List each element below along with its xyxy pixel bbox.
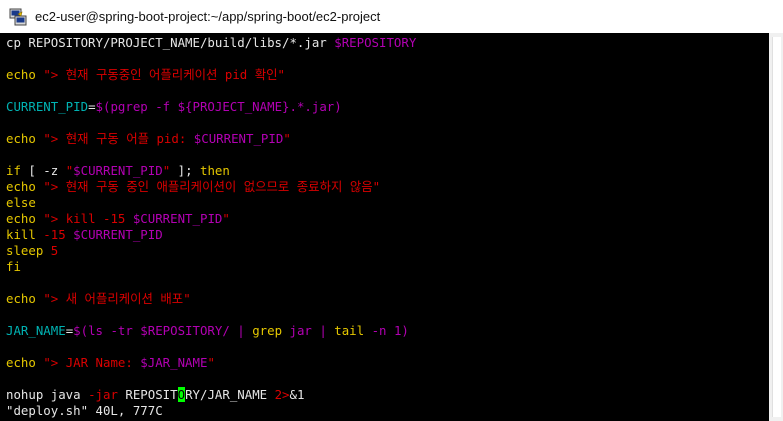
code-token: fi [6, 259, 21, 274]
code-token: " [207, 355, 215, 370]
code-token: REPOSIT [117, 387, 178, 402]
code-token: $CURRENT_PID [132, 211, 223, 226]
title-bar[interactable]: ec2-user@spring-boot-project:~/app/sprin… [0, 0, 783, 33]
code-line: fi [6, 259, 416, 275]
code-token: -15 [35, 227, 74, 242]
code-line: if [ -z "$CURRENT_PID" ]; then [6, 163, 416, 179]
code-token: &1 [289, 387, 305, 402]
code-token: $(ls -tr [73, 323, 141, 338]
code-line: sleep 5 [6, 243, 416, 259]
code-token: "> 현재 구동중인 어플리케이션 pid 확인" [43, 67, 285, 82]
code-token: tail [334, 323, 365, 338]
code-line: nohup java -jar REPOSITORY/JAR_NAME 2>&1 [6, 387, 416, 403]
code-line: echo "> JAR Name: $JAR_NAME" [6, 355, 416, 371]
code-token: "> 새 어플리케이션 배포" [43, 291, 191, 306]
code-token: $REPOSITORY [140, 323, 223, 338]
code-token: $CURRENT_PID [193, 131, 284, 146]
code-line: cp REPOSITORY/PROJECT_NAME/build/libs/*.… [6, 35, 416, 51]
code-line: else [6, 195, 416, 211]
code-token: "> 현재 구동 중인 애플리케이션이 없으므로 종료하지 않음" [43, 179, 381, 194]
code-token: echo [6, 67, 44, 82]
code-token: "> 현재 구동 어플 pid: [43, 131, 194, 146]
code-token: echo [6, 179, 44, 194]
code-token: $CURRENT_PID [73, 227, 163, 242]
code-token: $REPOSITORY [334, 35, 417, 50]
code-token: nohup java [6, 387, 89, 402]
code-token: ]; [170, 163, 200, 178]
window-title: ec2-user@spring-boot-project:~/app/sprin… [35, 9, 381, 24]
text-cursor: O [177, 387, 186, 402]
code-token: $CURRENT_PID [73, 163, 163, 178]
code-token: / | [222, 323, 253, 338]
code-token: then [200, 163, 230, 178]
scrollbar-thumb[interactable] [772, 37, 781, 417]
code-token: echo [6, 355, 44, 370]
code-token: 5 [43, 243, 59, 258]
code-line: CURRENT_PID=$(pgrep -f ${PROJECT_NAME}.*… [6, 99, 416, 115]
code-token: kill [6, 227, 36, 242]
code-token: = [88, 99, 96, 114]
code-token: " [222, 211, 230, 226]
putty-icon[interactable] [9, 8, 27, 26]
code-token: -jar [88, 387, 118, 402]
code-token: CURRENT_PID [6, 99, 89, 114]
code-token: 2> [274, 387, 290, 402]
code-line: echo "> 새 어플리케이션 배포" [6, 291, 416, 307]
code-token: grep [252, 323, 283, 338]
code-line: echo "> 현재 구동 중인 애플리케이션이 없으므로 종료하지 않음" [6, 179, 416, 195]
code-token: $JAR_NAME [140, 355, 208, 370]
code-token: JAR_NAME [6, 323, 66, 338]
code-token: " [283, 131, 291, 146]
code-line: JAR_NAME=$(ls -tr $REPOSITORY/ | grep ja… [6, 323, 416, 339]
code-token: "> kill -15 [43, 211, 133, 226]
code-token: cp REPOSITORY/PROJECT_NAME/build/libs/*.… [6, 35, 335, 50]
code-token: if [6, 163, 21, 178]
vertical-scrollbar[interactable] [769, 33, 783, 421]
code-token: echo [6, 131, 44, 146]
terminal-screen[interactable]: cp REPOSITORY/PROJECT_NAME/build/libs/*.… [0, 33, 769, 421]
code-token: $(pgrep -f ${PROJECT_NAME}.*.jar) [95, 99, 342, 114]
code-line: kill -15 $CURRENT_PID [6, 227, 416, 243]
code-token: -n 1) [364, 323, 409, 338]
code-token: [ -z [20, 163, 66, 178]
code-token: else [6, 195, 36, 210]
code-token: echo [6, 211, 44, 226]
code-token: sleep [6, 243, 44, 258]
editor-buffer[interactable]: cp REPOSITORY/PROJECT_NAME/build/libs/*.… [6, 35, 416, 419]
code-line: echo "> 현재 구동중인 어플리케이션 pid 확인" [6, 67, 416, 83]
code-token: echo [6, 291, 44, 306]
status-line: "deploy.sh" 40L, 777C [6, 403, 163, 418]
code-token: "> JAR Name: [43, 355, 141, 370]
code-token: jar | [282, 323, 335, 338]
code-line: echo "> kill -15 $CURRENT_PID" [6, 211, 416, 227]
code-line: echo "> 현재 구동 어플 pid: $CURRENT_PID" [6, 131, 416, 147]
code-token: RY/JAR_NAME [185, 387, 275, 402]
terminal-window: ec2-user@spring-boot-project:~/app/sprin… [0, 0, 783, 421]
